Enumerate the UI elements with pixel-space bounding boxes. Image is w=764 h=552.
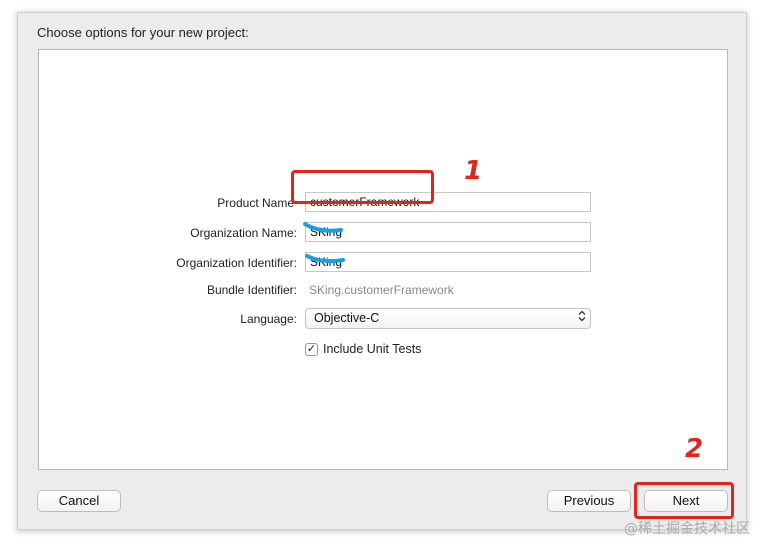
cancel-button[interactable]: Cancel: [37, 490, 121, 512]
include-unit-tests-label: Include Unit Tests: [323, 342, 422, 356]
redaction-scribble-icon: [303, 222, 345, 264]
checkmark-icon: ✓: [306, 343, 317, 355]
language-popup[interactable]: Objective-C: [305, 308, 591, 329]
language-label: Language:: [240, 312, 297, 326]
new-project-dialog: Choose options for your new project: Pro…: [17, 12, 747, 530]
previous-button[interactable]: Previous: [547, 490, 631, 512]
dialog-title: Choose options for your new project:: [37, 25, 249, 40]
options-panel: Product Name Organization Name: Organiza…: [38, 49, 728, 470]
bundle-identifier-label: Bundle Identifier:: [206, 283, 297, 297]
updown-chevron-icon: [578, 310, 586, 322]
organization-identifier-label: Organization Identifier:: [176, 256, 297, 270]
annotation-box-1: [291, 170, 434, 204]
include-unit-tests-checkbox[interactable]: ✓: [305, 343, 318, 356]
annotation-number-1: 1: [464, 156, 483, 186]
annotation-number-2: 2: [685, 434, 704, 464]
annotation-box-2: [634, 482, 734, 519]
watermark: @稀土掘金技术社区: [624, 521, 750, 537]
organization-name-label: Organization Name:: [190, 226, 297, 240]
language-value: Objective-C: [314, 311, 380, 325]
bundle-identifier-value: SKing.customerFramework: [309, 283, 454, 297]
product-name-label: Product Name: [217, 196, 294, 210]
